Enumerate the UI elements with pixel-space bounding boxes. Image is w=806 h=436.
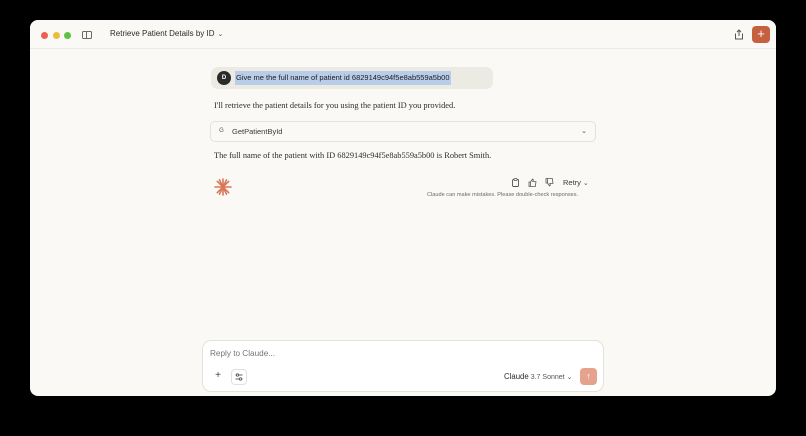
reply-input[interactable]: [210, 349, 590, 358]
thumbs-down-icon[interactable]: [545, 178, 554, 187]
plus-icon: +: [215, 370, 221, 381]
conversation-title: Retrieve Patient Details by ID: [110, 29, 215, 38]
tool-call-name: GetPatientById: [232, 127, 283, 136]
tool-call-panel[interactable]: G GetPatientById ⌄: [210, 121, 596, 142]
retry-button[interactable]: Retry ⌄: [563, 178, 589, 187]
model-name: Claude: [504, 372, 529, 381]
model-version: 3.7 Sonnet: [530, 374, 565, 381]
new-chat-button[interactable]: +: [752, 26, 770, 43]
assistant-answer-text: The full name of the patient with ID 682…: [214, 151, 492, 160]
assistant-intro-text: I'll retrieve the patient details for yo…: [214, 101, 456, 110]
tool-icon: G: [219, 128, 224, 134]
user-message: D Give me the full name of patient id 68…: [211, 67, 493, 89]
user-message-text[interactable]: Give me the full name of patient id 6829…: [235, 71, 451, 85]
copy-icon[interactable]: [511, 178, 520, 187]
sidebar-toggle-icon[interactable]: [82, 31, 92, 39]
chevron-down-icon: ⌄: [217, 30, 224, 38]
close-window-button[interactable]: [41, 32, 48, 39]
share-icon[interactable]: [734, 29, 744, 40]
tools-button[interactable]: [231, 369, 247, 385]
minimize-window-button[interactable]: [53, 32, 60, 39]
tools-icon: [235, 373, 243, 381]
claude-spark-icon: [214, 178, 232, 196]
chevron-down-icon[interactable]: ⌄: [581, 127, 587, 135]
add-attachment-button[interactable]: +: [210, 369, 226, 385]
avatar: D: [217, 71, 231, 85]
title-bar: Retrieve Patient Details by ID ⌄ +: [30, 20, 776, 49]
arrow-up-icon: ↑: [586, 371, 591, 381]
send-button[interactable]: ↑: [580, 368, 597, 385]
composer: + Claude 3.7 Sonnet ⌄ ↑: [202, 340, 604, 392]
model-selector[interactable]: Claude 3.7 Sonnet ⌄: [504, 372, 572, 381]
chevron-down-icon: ⌄: [566, 374, 573, 381]
zoom-window-button[interactable]: [64, 32, 71, 39]
disclaimer-text: Claude can make mistakes. Please double-…: [427, 192, 579, 198]
app-window: Retrieve Patient Details by ID ⌄ + D Giv…: [30, 20, 776, 396]
conversation-title-menu[interactable]: Retrieve Patient Details by ID ⌄: [110, 29, 223, 38]
retry-label: Retry: [563, 178, 581, 187]
chevron-down-icon: ⌄: [582, 179, 589, 187]
thumbs-up-icon[interactable]: [528, 178, 537, 187]
